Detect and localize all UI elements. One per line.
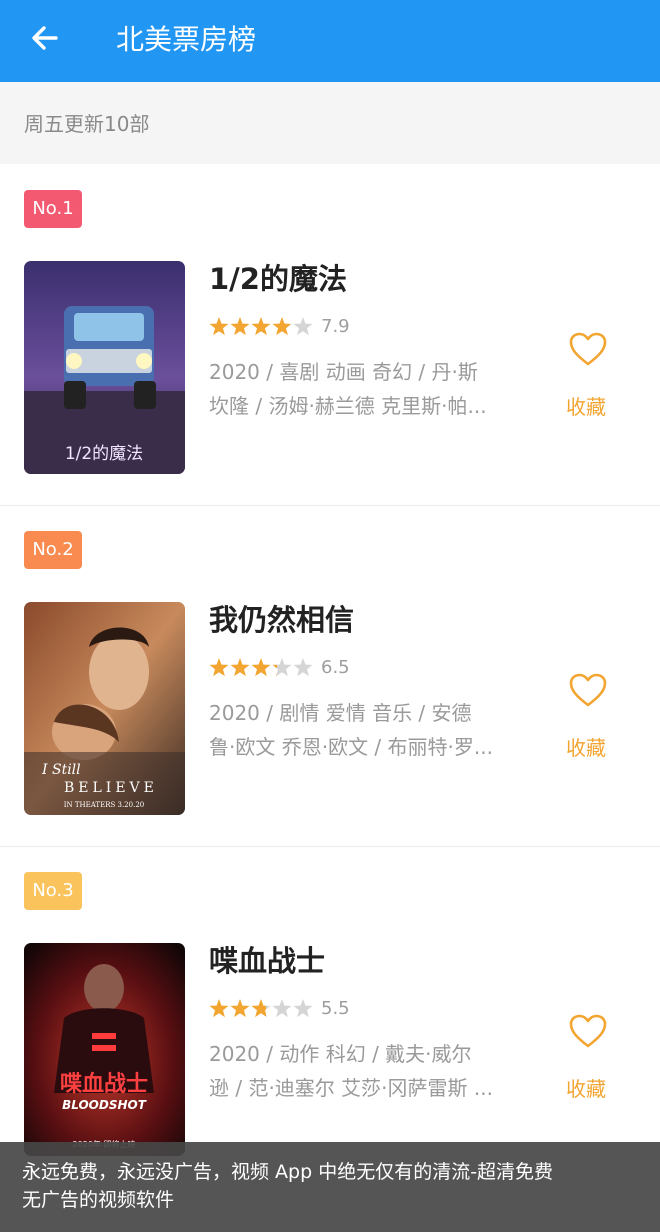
movie-title[interactable]: 我仍然相信	[209, 600, 354, 640]
movie-meta-line: 鲁·欧文 乔恩·欧文 / 布丽特·罗...	[209, 735, 493, 759]
star-icon	[230, 658, 250, 677]
rank-badge: No.1	[24, 190, 82, 228]
star-icon	[293, 658, 313, 677]
movie-meta-line: 2020 / 动作 科幻 / 戴夫·威尔	[209, 1042, 472, 1066]
movie-meta-line: 逊 / 范·迪塞尔 艾莎·冈萨雷斯 ...	[209, 1076, 493, 1100]
heart-icon[interactable]	[568, 331, 608, 367]
star-icon	[209, 317, 229, 336]
movie-poster[interactable]: I Still BELIEVE IN THEATERS 3.20.20	[24, 602, 185, 815]
toast-banner: 永远免费，永远没广告，视频 App 中绝无仅有的清流-超清免费 无广告的视频软件	[0, 1142, 660, 1232]
poster-caption: 喋血战士	[60, 1071, 148, 1097]
rating-stars	[209, 999, 313, 1018]
poster-caption: I Still	[41, 762, 81, 778]
movie-item[interactable]: No.1 1/2的魔法 1/2的魔法 7.9 2020 / 喜剧 动画 奇幻 /…	[0, 165, 660, 506]
movie-title[interactable]: 1/2的魔法	[209, 259, 347, 299]
movie-meta-line: 坎隆 / 汤姆·赫兰德 克里斯·帕...	[209, 394, 487, 418]
rating-stars	[209, 317, 313, 336]
page-title: 北美票房榜	[116, 23, 257, 56]
rating-score: 7.9	[321, 316, 350, 337]
heart-icon[interactable]	[568, 1013, 608, 1049]
favorite-button[interactable]: 收藏	[566, 1075, 606, 1103]
star-icon	[272, 658, 292, 677]
rating-score: 6.5	[321, 657, 350, 678]
star-icon	[272, 999, 292, 1018]
star-icon	[293, 317, 313, 336]
poster-caption: BLOODSHOT	[62, 1098, 147, 1112]
back-button[interactable]	[28, 21, 62, 55]
movie-item[interactable]: No.3 喋血战士 BLOODSHOT 2020年 即将上映 喋血战士 5.5 …	[0, 847, 660, 1188]
poster-caption: 1/2的魔法	[65, 444, 143, 464]
star-icon	[251, 999, 271, 1018]
rating-stars	[209, 658, 313, 677]
star-icon	[209, 999, 229, 1018]
star-icon	[209, 658, 229, 677]
rank-badge: No.3	[24, 872, 82, 910]
poster-caption: IN THEATERS 3.20.20	[64, 801, 144, 809]
movie-title[interactable]: 喋血战士	[209, 941, 325, 981]
star-icon	[230, 317, 250, 336]
movie-meta: 2020 / 剧情 爱情 音乐 / 安德 鲁·欧文 乔恩·欧文 / 布丽特·罗.…	[209, 696, 511, 764]
toast-line: 无广告的视频软件	[22, 1189, 175, 1211]
movie-meta: 2020 / 喜剧 动画 奇幻 / 丹·斯 坎隆 / 汤姆·赫兰德 克里斯·帕.…	[209, 355, 511, 423]
movie-meta-line: 2020 / 剧情 爱情 音乐 / 安德	[209, 701, 472, 725]
update-info-bar: 周五更新10部	[0, 82, 660, 164]
rating-score: 5.5	[321, 998, 350, 1019]
update-info-text: 周五更新10部	[24, 112, 150, 136]
toast-line: 永远免费，永远没广告，视频 App 中绝无仅有的清流-超清免费	[22, 1161, 554, 1183]
movie-meta: 2020 / 动作 科幻 / 戴夫·威尔 逊 / 范·迪塞尔 艾莎·冈萨雷斯 .…	[209, 1037, 511, 1105]
star-icon	[293, 999, 313, 1018]
star-icon	[251, 658, 271, 677]
movie-item[interactable]: No.2 I Still BELIEVE IN THEATERS 3.20.20…	[0, 506, 660, 847]
heart-icon[interactable]	[568, 672, 608, 708]
favorite-button[interactable]: 收藏	[566, 393, 606, 421]
star-icon	[230, 999, 250, 1018]
star-icon	[272, 317, 292, 336]
star-icon	[251, 317, 271, 336]
movie-meta-line: 2020 / 喜剧 动画 奇幻 / 丹·斯	[209, 360, 478, 384]
movie-poster[interactable]: 1/2的魔法	[24, 261, 185, 474]
app-bar: 北美票房榜	[0, 0, 660, 82]
poster-caption: BELIEVE	[64, 780, 158, 796]
arrow-left-icon	[32, 26, 58, 50]
rank-badge: No.2	[24, 531, 82, 569]
toast-text: 永远免费，永远没广告，视频 App 中绝无仅有的清流-超清免费 无广告的视频软件	[22, 1158, 622, 1214]
movie-poster[interactable]: 喋血战士 BLOODSHOT 2020年 即将上映	[24, 943, 185, 1156]
favorite-button[interactable]: 收藏	[566, 734, 606, 762]
